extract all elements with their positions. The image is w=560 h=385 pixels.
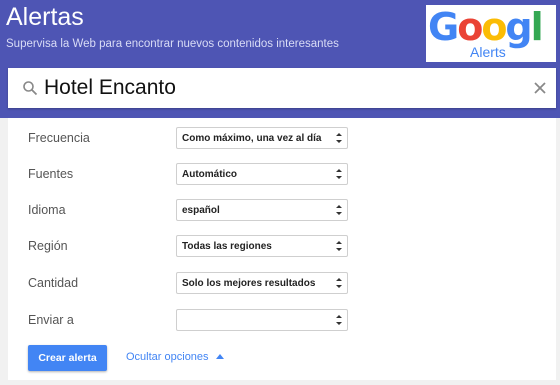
select-arrows-icon: [336, 205, 342, 215]
options-panel: Frecuencia Como máximo, una vez al día F…: [8, 118, 556, 380]
send-to-select[interactable]: [176, 309, 348, 331]
caret-up-icon: [215, 354, 224, 359]
select-arrows-icon: [336, 241, 342, 251]
logo-letter: l: [530, 5, 544, 49]
option-label-sources: Fuentes: [28, 167, 74, 181]
select-arrows-icon: [336, 278, 342, 288]
select-value: Como máximo, una vez al día: [182, 133, 322, 144]
language-select[interactable]: español: [176, 199, 348, 221]
select-value: Todas las regiones: [182, 241, 272, 252]
select-value: español: [182, 205, 220, 216]
page-title: Alertas: [6, 3, 84, 31]
logo-letter: G: [428, 5, 459, 49]
select-value: Automático: [182, 169, 237, 180]
search-bar: [8, 68, 556, 108]
select-value: Solo los mejores resultados: [182, 278, 316, 289]
search-icon: [23, 81, 38, 96]
hide-options-label: Ocultar opciones: [126, 351, 209, 363]
logo-letter: g: [505, 5, 532, 49]
logo-letter: e: [428, 50, 454, 62]
select-arrows-icon: [336, 133, 342, 143]
option-label-region: Región: [28, 239, 68, 253]
logo-subtext: Alerts: [470, 44, 506, 60]
search-input[interactable]: [44, 74, 514, 102]
option-label-quantity: Cantidad: [28, 276, 79, 290]
page-subtitle: Supervisa la Web para encontrar nuevos c…: [6, 38, 339, 50]
sources-select[interactable]: Automático: [176, 163, 348, 185]
region-select[interactable]: Todas las regiones: [176, 235, 348, 257]
quantity-select[interactable]: Solo los mejores resultados: [176, 272, 348, 294]
close-icon[interactable]: [532, 80, 548, 96]
option-label-language: Idioma: [28, 203, 66, 217]
select-arrows-icon: [336, 169, 342, 179]
create-alert-button[interactable]: Crear alerta: [28, 345, 107, 371]
google-alerts-logo: Google Alerts: [426, 5, 556, 62]
header-bar: Alertas Supervisa la Web para encontrar …: [0, 0, 560, 118]
select-arrows-icon: [336, 315, 342, 325]
hide-options-link[interactable]: Ocultar opciones: [126, 351, 224, 363]
option-label-frequency: Frecuencia: [28, 131, 90, 145]
option-label-send-to: Enviar a: [28, 313, 74, 327]
frequency-select[interactable]: Como máximo, una vez al día: [176, 127, 348, 149]
